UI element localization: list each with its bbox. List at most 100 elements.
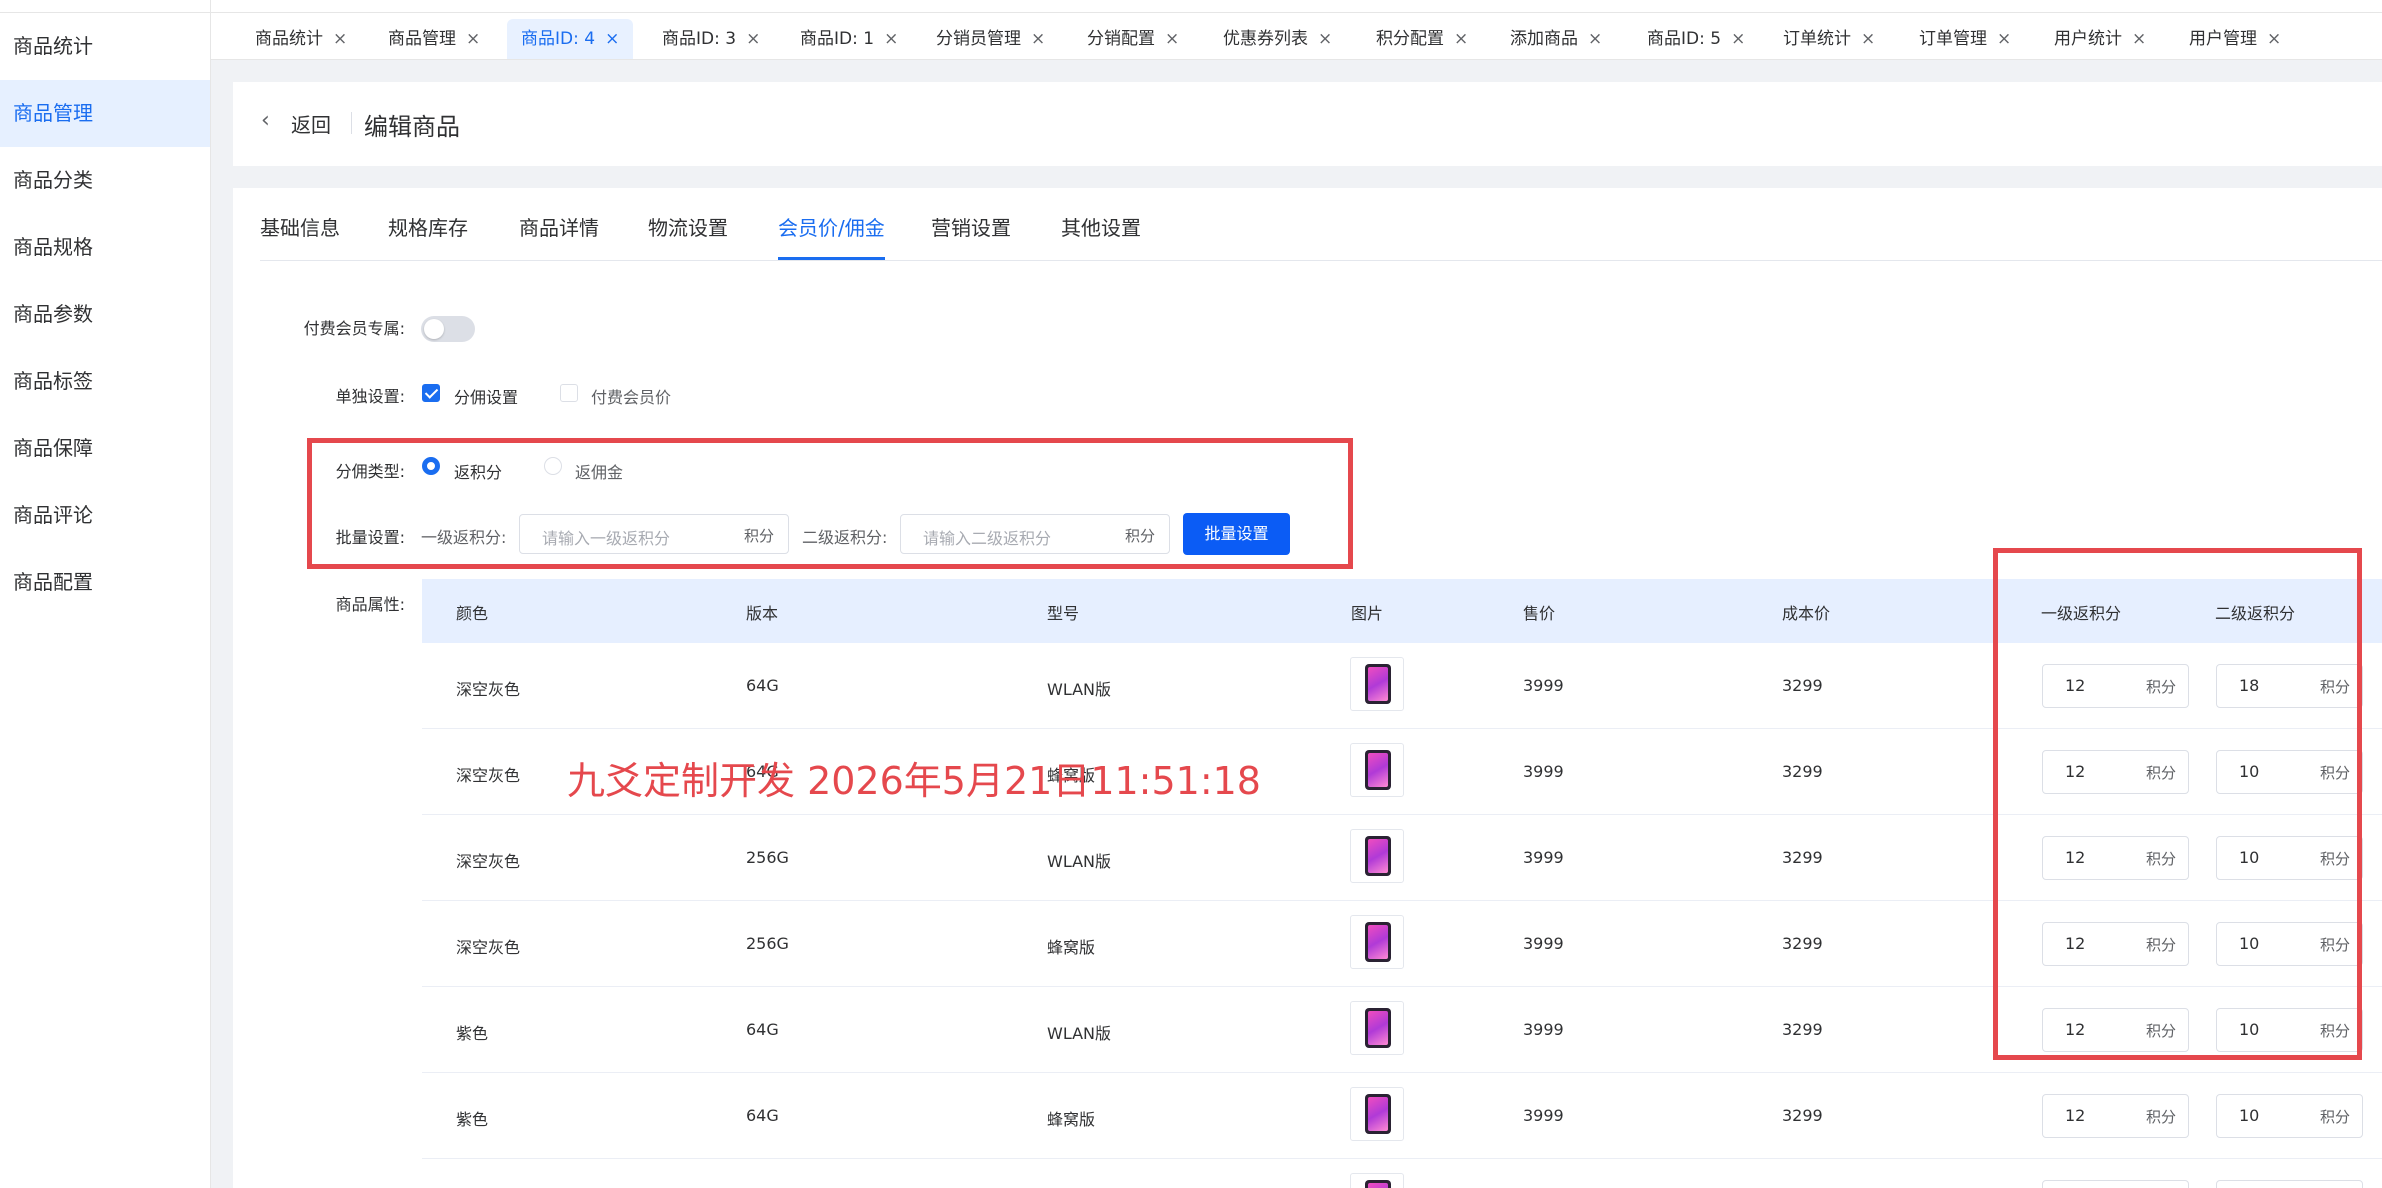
tab-item[interactable]: 商品ID: 5 × bbox=[1647, 19, 1745, 59]
level2-cell-input-partial[interactable] bbox=[2216, 1180, 2363, 1188]
tab-label[interactable]: 商品ID: 1 bbox=[800, 29, 874, 49]
sidebar-item[interactable]: 商品统计 bbox=[0, 13, 210, 80]
cell-version: 256G bbox=[746, 934, 789, 953]
sidebar-top-line bbox=[0, 0, 210, 13]
tab-label[interactable]: 订单管理 bbox=[1919, 29, 1987, 49]
commission-checkbox[interactable] bbox=[422, 384, 440, 402]
close-icon[interactable]: × bbox=[333, 29, 347, 49]
tab-item[interactable]: 商品ID: 3 × bbox=[662, 19, 760, 59]
close-icon[interactable]: × bbox=[1997, 29, 2011, 49]
sidebar-menu: 商品统计 商品管理 商品分类 商品规格 商品参数 商品标签 商品保障 商品评论 商品配置 bbox=[0, 13, 210, 616]
tablet-image-icon bbox=[1365, 922, 1391, 962]
tab-label[interactable]: 添加商品 bbox=[1510, 29, 1578, 49]
tablet-image-icon bbox=[1365, 1008, 1391, 1048]
cell-price: 3999 bbox=[1523, 934, 1564, 953]
tab-item[interactable]: 优惠券列表 × bbox=[1223, 19, 1332, 59]
sidebar-item[interactable]: 商品评论 bbox=[0, 482, 210, 549]
tab-item[interactable]: 订单管理 × bbox=[1919, 19, 2011, 59]
tab-item[interactable]: 商品ID: 4 × bbox=[507, 19, 634, 59]
switch-knob bbox=[424, 319, 444, 339]
close-icon[interactable]: × bbox=[1318, 29, 1332, 49]
close-icon[interactable]: × bbox=[1031, 29, 1045, 49]
level1-cell-input[interactable]: 12 积分 bbox=[2042, 1094, 2189, 1138]
tab-item[interactable]: 积分配置 × bbox=[1376, 19, 1468, 59]
sub-tab[interactable]: 基础信息 bbox=[260, 212, 340, 257]
level1-cell-input-partial[interactable] bbox=[2042, 1180, 2189, 1188]
product-thumbnail bbox=[1350, 1001, 1404, 1055]
back-chevron-icon[interactable]: ‹ bbox=[261, 108, 270, 133]
tab-item[interactable]: 添加商品 × bbox=[1510, 19, 1602, 59]
close-icon[interactable]: × bbox=[2132, 29, 2146, 49]
paid-member-switch[interactable] bbox=[421, 316, 475, 342]
cell-color: 紫色 bbox=[456, 1024, 489, 1043]
close-icon[interactable]: × bbox=[1861, 29, 1875, 49]
sub-tab[interactable]: 规格库存 bbox=[388, 212, 468, 257]
tab-label[interactable]: 优惠券列表 bbox=[1223, 29, 1308, 49]
sidebar-item[interactable]: 商品规格 bbox=[0, 214, 210, 281]
tab-label[interactable]: 用户管理 bbox=[2189, 29, 2257, 49]
back-button[interactable]: 返回 bbox=[291, 109, 331, 138]
member-price-option-label[interactable]: 付费会员价 bbox=[591, 384, 671, 408]
tab-item[interactable]: 商品管理 × bbox=[388, 19, 480, 59]
tab-item[interactable]: 用户管理 × bbox=[2189, 19, 2281, 59]
tab-item[interactable]: 分销员管理 × bbox=[936, 19, 1045, 59]
product-thumbnail bbox=[1350, 1087, 1404, 1141]
close-icon[interactable]: × bbox=[2267, 29, 2281, 49]
product-thumbnail-partial bbox=[1350, 1173, 1404, 1188]
tab-item[interactable]: 订单统计 × bbox=[1783, 19, 1875, 59]
sidebar-item[interactable]: 商品参数 bbox=[0, 281, 210, 348]
tab-item[interactable]: 商品ID: 1 × bbox=[800, 19, 898, 59]
cell-cost: 3299 bbox=[1782, 762, 1823, 781]
close-icon[interactable]: × bbox=[466, 29, 480, 49]
close-icon[interactable]: × bbox=[1454, 29, 1468, 49]
close-icon[interactable]: × bbox=[1165, 29, 1179, 49]
sub-tab[interactable]: 物流设置 bbox=[648, 212, 728, 257]
tab-label[interactable]: 用户统计 bbox=[2054, 29, 2122, 49]
sub-tab[interactable]: 其他设置 bbox=[1061, 212, 1141, 257]
tab-item[interactable]: 商品统计 × bbox=[255, 19, 347, 59]
table-row-partial bbox=[422, 1159, 2382, 1188]
sidebar-item[interactable]: 商品配置 bbox=[0, 549, 210, 616]
close-icon[interactable]: × bbox=[1731, 29, 1745, 49]
tab-label[interactable]: 分销员管理 bbox=[936, 29, 1021, 49]
close-icon[interactable]: × bbox=[605, 29, 619, 49]
product-thumbnail bbox=[1350, 829, 1404, 883]
member-price-checkbox[interactable] bbox=[560, 384, 578, 402]
tab-label[interactable]: 分销配置 bbox=[1087, 29, 1155, 49]
sidebar-item[interactable]: 商品管理 bbox=[0, 80, 210, 147]
sub-tab[interactable]: 营销设置 bbox=[931, 212, 1011, 257]
cell-color: 深空灰色 bbox=[456, 852, 521, 871]
column-header: 成本价 bbox=[1782, 604, 1831, 623]
highlight-box-points-columns bbox=[1993, 548, 2362, 1060]
tab-label[interactable]: 商品ID: 3 bbox=[662, 29, 736, 49]
cell-cost: 3299 bbox=[1782, 676, 1823, 695]
sidebar-item[interactable]: 商品保障 bbox=[0, 415, 210, 482]
tab-label[interactable]: 商品ID: 4 bbox=[521, 29, 595, 49]
commission-option-label[interactable]: 分佣设置 bbox=[454, 384, 518, 408]
tab-item[interactable]: 分销配置 × bbox=[1087, 19, 1179, 59]
tab-label[interactable]: 订单统计 bbox=[1783, 29, 1851, 49]
sidebar-item[interactable]: 商品标签 bbox=[0, 348, 210, 415]
sidebar-item[interactable]: 商品分类 bbox=[0, 147, 210, 214]
tab-label[interactable]: 商品ID: 5 bbox=[1647, 29, 1721, 49]
cell-model: WLAN版 bbox=[1047, 852, 1112, 871]
tab-item[interactable]: 用户统计 × bbox=[2054, 19, 2146, 59]
cell-price: 3999 bbox=[1523, 1106, 1564, 1125]
tab-label[interactable]: 商品管理 bbox=[388, 29, 456, 49]
level2-unit: 积分 bbox=[2319, 1108, 2350, 1126]
tab-label[interactable]: 商品统计 bbox=[255, 29, 323, 49]
tab-label[interactable]: 积分配置 bbox=[1376, 29, 1444, 49]
level2-cell-input[interactable]: 10 积分 bbox=[2216, 1094, 2363, 1138]
cell-cost: 3299 bbox=[1782, 934, 1823, 953]
product-thumbnail bbox=[1350, 743, 1404, 797]
sub-tab[interactable]: 会员价/佣金 bbox=[778, 212, 885, 260]
close-icon[interactable]: × bbox=[884, 29, 898, 49]
sub-tab[interactable]: 商品详情 bbox=[519, 212, 599, 257]
close-icon[interactable]: × bbox=[746, 29, 760, 49]
table-row: 紫色 64G 蜂窝版 3999 3299 12 积分 10 积分 bbox=[422, 1073, 2382, 1159]
tablet-image-icon bbox=[1365, 1180, 1391, 1188]
close-icon[interactable]: × bbox=[1588, 29, 1602, 49]
cell-version: 64G bbox=[746, 676, 779, 695]
column-header: 颜色 bbox=[456, 604, 489, 623]
cell-version: 256G bbox=[746, 848, 789, 867]
